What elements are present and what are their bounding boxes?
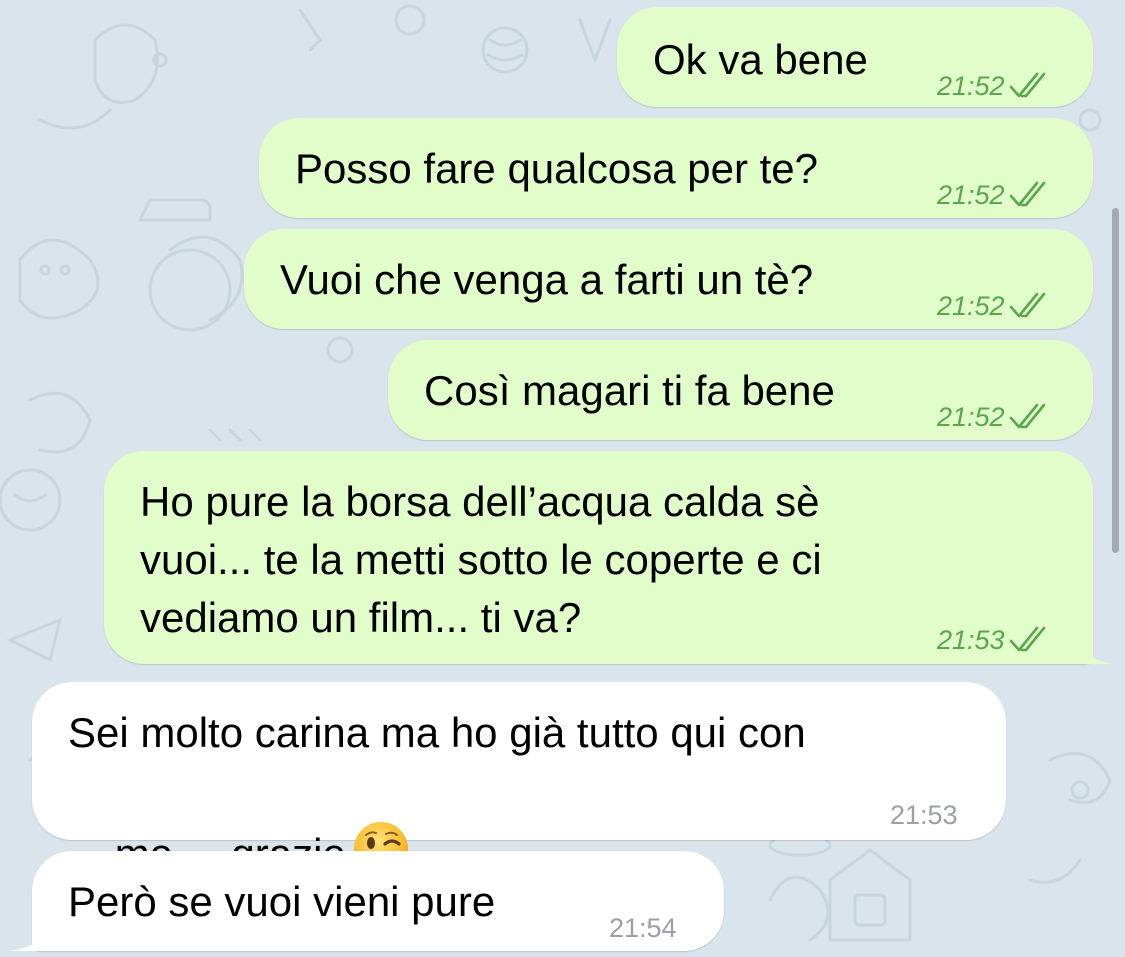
message-time: 21:52 — [937, 402, 1005, 432]
incoming-message[interactable]: Sei molto carina ma ho già tutto qui con… — [32, 682, 1006, 877]
message-meta: 21:52 — [937, 277, 1049, 335]
message-text-line: vuoi... te la metti sotto le coperte e c… — [140, 536, 822, 583]
message-time: 21:53 — [890, 800, 958, 830]
scrollbar[interactable] — [1112, 208, 1119, 553]
message-meta: 21:53 — [890, 786, 958, 844]
message-meta: 21:52 — [937, 57, 1049, 115]
message-time: 21:54 — [609, 913, 677, 943]
message-text: Così magari ti fa bene — [424, 367, 835, 414]
outgoing-message[interactable]: Vuoi che venga a farti un tè? 21:52 — [244, 229, 1093, 329]
message-text-line: vediamo un film... ti va? — [140, 594, 582, 641]
outgoing-message[interactable]: Ok va bene 21:52 — [617, 7, 1093, 107]
incoming-message[interactable]: Però se vuoi vieni pure 21:54 — [10, 851, 724, 951]
message-meta: 21:52 — [937, 166, 1049, 224]
message-time: 21:52 — [937, 291, 1005, 321]
double-check-icon — [1009, 72, 1045, 98]
message-meta: 21:53 — [937, 611, 1049, 669]
double-check-icon — [1009, 626, 1045, 652]
message-text-line: Ho pure la borsa dell’acqua calda sè — [140, 478, 820, 525]
bubble-tail — [1075, 630, 1115, 664]
message-text: Posso fare qualcosa per te? — [295, 145, 818, 192]
double-check-icon — [1009, 403, 1045, 429]
double-check-icon — [1009, 181, 1045, 207]
message-text: Però se vuoi vieni pure — [68, 878, 496, 925]
message-text-line: Sei molto carina ma ho già tutto qui con — [68, 709, 806, 756]
outgoing-message[interactable]: Ho pure la borsa dell’acqua calda sè vuo… — [104, 451, 1115, 664]
outgoing-message[interactable]: Così magari ti fa bene 21:52 — [388, 340, 1093, 440]
message-time: 21:52 — [937, 71, 1005, 101]
message-time: 21:53 — [937, 625, 1005, 655]
message-meta: 21:52 — [937, 388, 1049, 446]
message-text: Vuoi che venga a farti un tè? — [280, 256, 814, 303]
double-check-icon — [1009, 292, 1045, 318]
outgoing-message[interactable]: Posso fare qualcosa per te? 21:52 — [259, 118, 1093, 218]
message-time: 21:52 — [937, 180, 1005, 210]
bubble-tail — [10, 917, 50, 951]
message-text: Ok va bene — [653, 36, 868, 83]
message-meta: 21:54 — [609, 899, 677, 957]
